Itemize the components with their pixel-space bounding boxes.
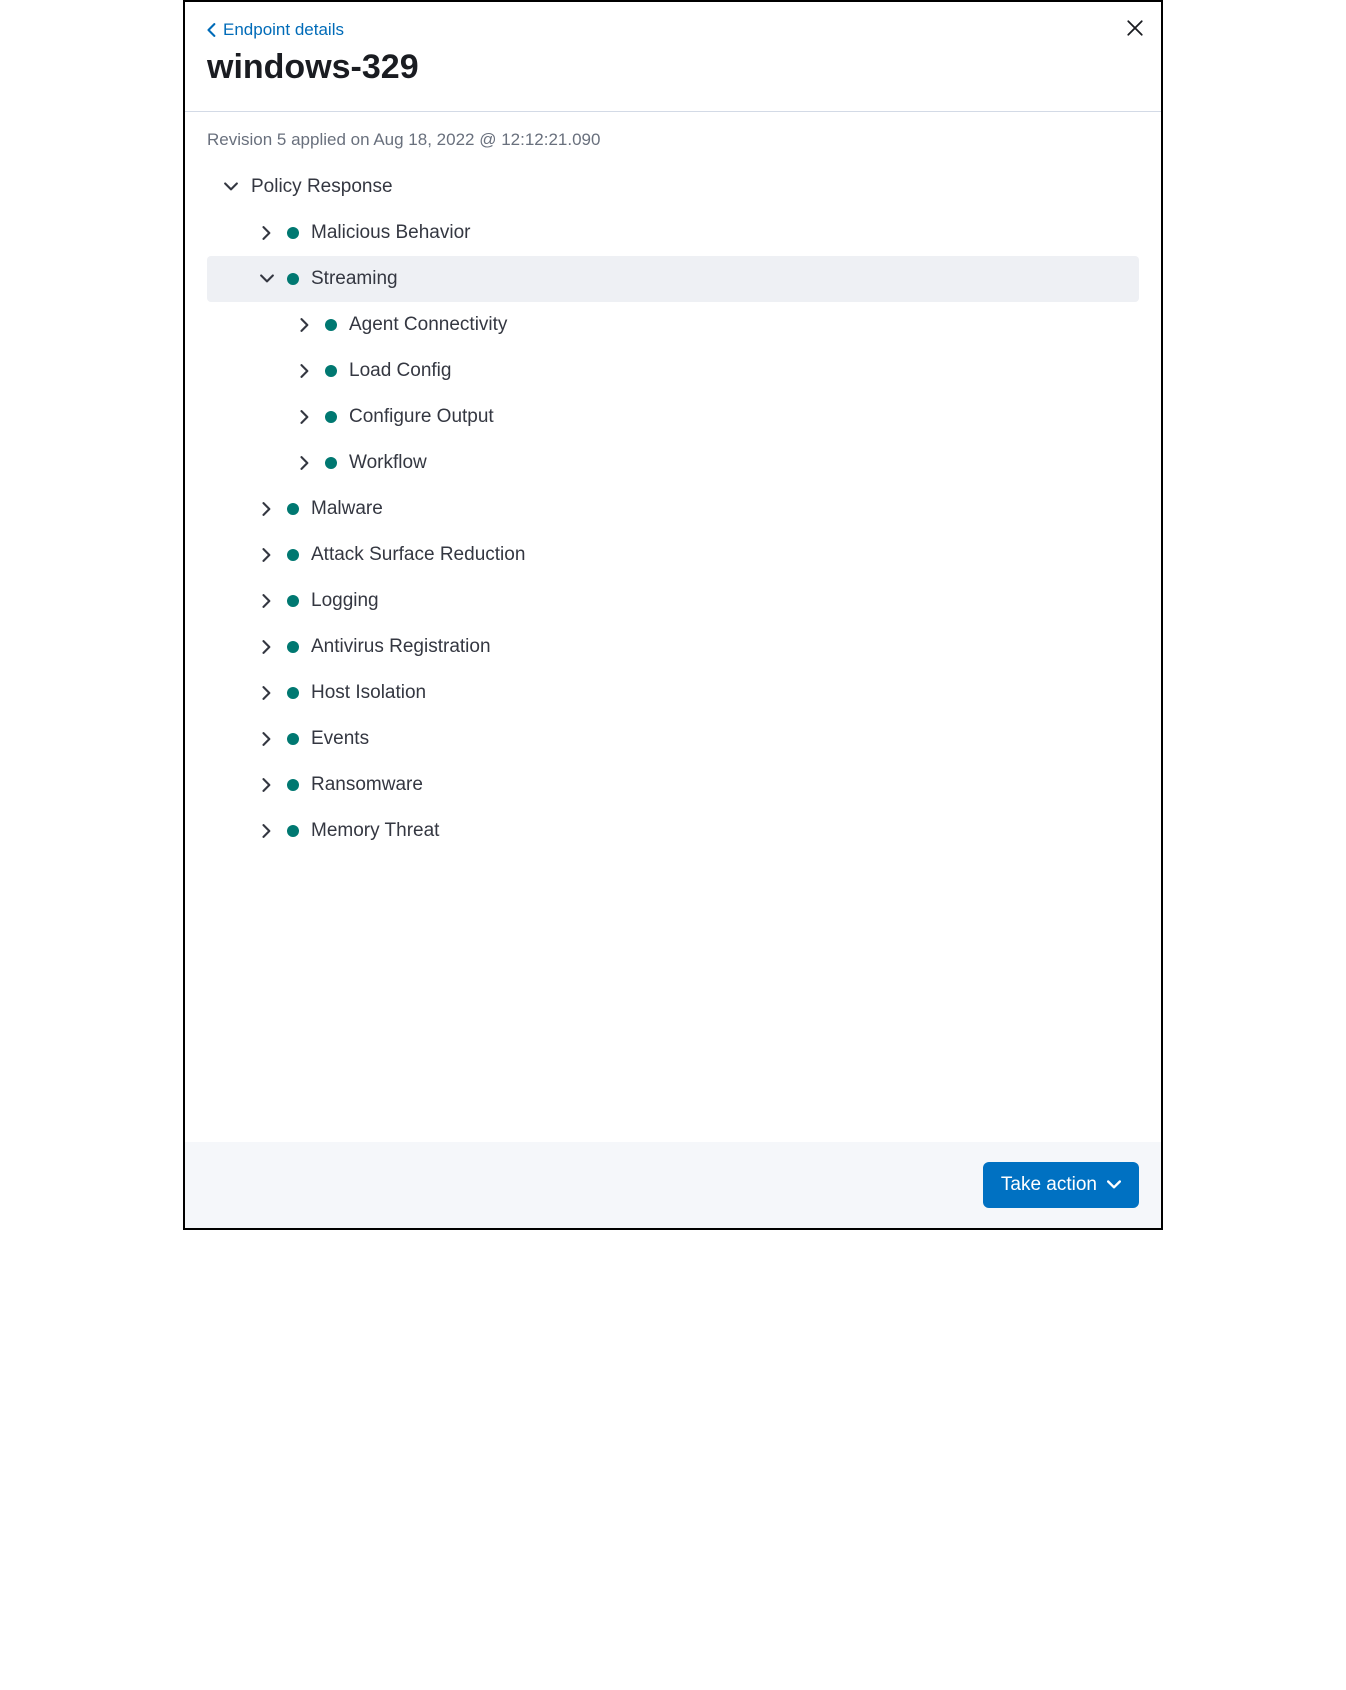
- take-action-label: Take action: [1001, 1174, 1097, 1196]
- tree-item-agent-connectivity[interactable]: Agent Connectivity: [207, 302, 1139, 348]
- tree-item-label: Logging: [311, 590, 379, 612]
- status-dot-icon: [287, 549, 299, 561]
- status-dot-icon: [287, 825, 299, 837]
- chevron-down-icon: [223, 179, 239, 195]
- tree-item-label: Configure Output: [349, 406, 494, 428]
- status-dot-icon: [287, 503, 299, 515]
- tree-item-ransomware[interactable]: Ransomware: [207, 762, 1139, 808]
- status-dot-icon: [287, 641, 299, 653]
- tree-item-events[interactable]: Events: [207, 716, 1139, 762]
- tree-item-workflow[interactable]: Workflow: [207, 440, 1139, 486]
- tree-item-attack-surface-reduction[interactable]: Attack Surface Reduction: [207, 532, 1139, 578]
- tree-item-antivirus-registration[interactable]: Antivirus Registration: [207, 624, 1139, 670]
- tree-item-host-isolation[interactable]: Host Isolation: [207, 670, 1139, 716]
- tree-item-label: Load Config: [349, 360, 451, 382]
- chevron-right-icon: [259, 593, 275, 609]
- tree-item-streaming[interactable]: Streaming: [207, 256, 1139, 302]
- tree-item-label: Workflow: [349, 452, 427, 474]
- take-action-button[interactable]: Take action: [983, 1162, 1139, 1208]
- chevron-right-icon: [259, 823, 275, 839]
- tree-item-label: Ransomware: [311, 774, 423, 796]
- chevron-right-icon: [259, 639, 275, 655]
- status-dot-icon: [287, 227, 299, 239]
- back-link-label: Endpoint details: [223, 20, 344, 40]
- chevron-right-icon: [259, 777, 275, 793]
- tree-item-memory-threat[interactable]: Memory Threat: [207, 808, 1139, 854]
- status-dot-icon: [287, 595, 299, 607]
- status-dot-icon: [287, 273, 299, 285]
- status-dot-icon: [325, 365, 337, 377]
- status-dot-icon: [287, 779, 299, 791]
- page-title: windows-329: [207, 48, 1139, 87]
- flyout-footer: Take action: [185, 1142, 1161, 1228]
- chevron-right-icon: [259, 501, 275, 517]
- tree-item-label: Streaming: [311, 268, 398, 290]
- tree-item-label: Antivirus Registration: [311, 636, 491, 658]
- chevron-right-icon: [259, 225, 275, 241]
- tree-item-load-config[interactable]: Load Config: [207, 348, 1139, 394]
- tree-item-label: Memory Threat: [311, 820, 439, 842]
- chevron-right-icon: [259, 731, 275, 747]
- chevron-down-icon: [1107, 1178, 1121, 1192]
- tree-item-label: Malware: [311, 498, 383, 520]
- tree-item-label: Attack Surface Reduction: [311, 544, 525, 566]
- chevron-right-icon: [259, 547, 275, 563]
- close-button[interactable]: [1123, 16, 1147, 40]
- tree-item-label: Events: [311, 728, 369, 750]
- flyout-body: Revision 5 applied on Aug 18, 2022 @ 12:…: [185, 112, 1161, 1142]
- chevron-right-icon: [259, 685, 275, 701]
- chevron-left-icon: [207, 23, 217, 37]
- revision-text: Revision 5 applied on Aug 18, 2022 @ 12:…: [207, 130, 1139, 150]
- status-dot-icon: [325, 411, 337, 423]
- close-icon: [1126, 19, 1144, 37]
- tree-item-label: Malicious Behavior: [311, 222, 470, 244]
- tree-item-label: Agent Connectivity: [349, 314, 507, 336]
- chevron-right-icon: [297, 455, 313, 471]
- back-link[interactable]: Endpoint details: [207, 20, 1139, 40]
- flyout-header: Endpoint details windows-329: [185, 2, 1161, 111]
- status-dot-icon: [287, 733, 299, 745]
- tree-item-label: Host Isolation: [311, 682, 426, 704]
- tree-item-malware[interactable]: Malware: [207, 486, 1139, 532]
- tree-item-logging[interactable]: Logging: [207, 578, 1139, 624]
- status-dot-icon: [325, 457, 337, 469]
- status-dot-icon: [287, 687, 299, 699]
- tree-item-malicious-behavior[interactable]: Malicious Behavior: [207, 210, 1139, 256]
- chevron-down-icon: [259, 271, 275, 287]
- chevron-right-icon: [297, 317, 313, 333]
- chevron-right-icon: [297, 363, 313, 379]
- status-dot-icon: [325, 319, 337, 331]
- chevron-right-icon: [297, 409, 313, 425]
- tree-root-label: Policy Response: [251, 176, 393, 198]
- tree-root-policy-response[interactable]: Policy Response: [207, 164, 1139, 210]
- tree-item-configure-output[interactable]: Configure Output: [207, 394, 1139, 440]
